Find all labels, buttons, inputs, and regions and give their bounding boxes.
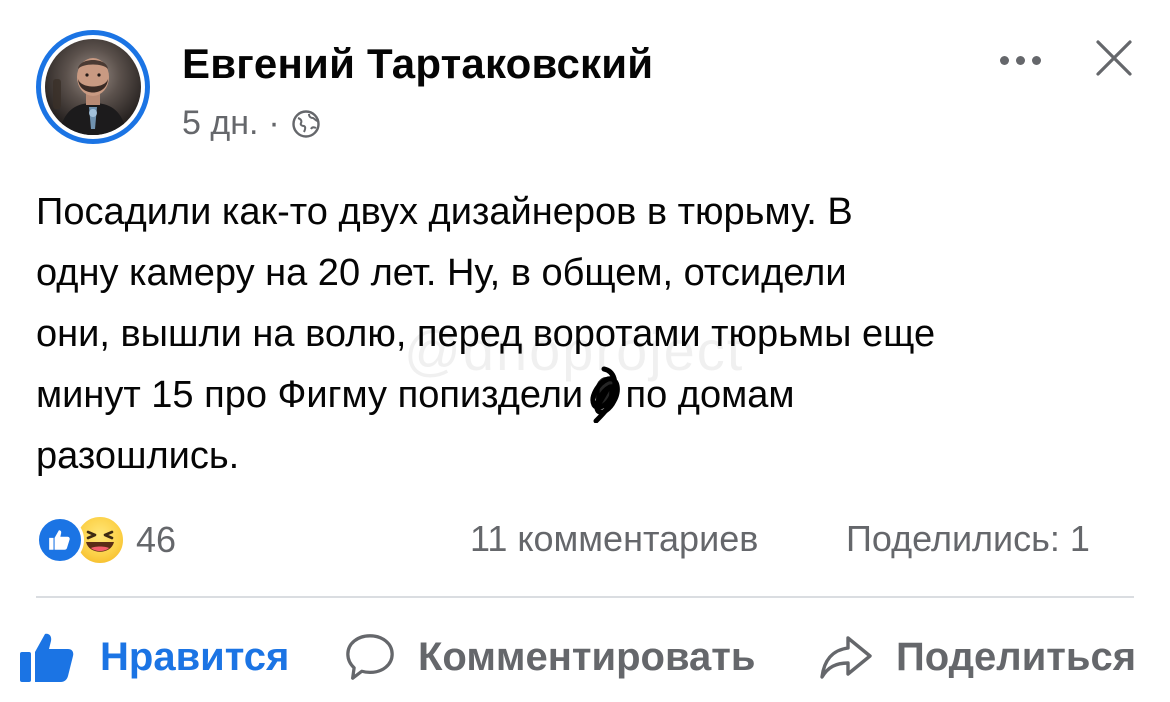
author-name[interactable]: Евгений Тартаковский — [182, 40, 653, 88]
thumbs-up-icon — [20, 633, 74, 682]
avatar — [45, 39, 141, 135]
more-options-button[interactable] — [990, 48, 1050, 72]
post-time[interactable]: 5 дн. — [182, 104, 258, 143]
post-text: Посадили как-то двух дизайнеров в тюрьму… — [36, 191, 936, 477]
more-dots-icon — [999, 55, 1009, 65]
close-x-icon[interactable] — [1092, 36, 1136, 80]
avatar-photo-icon — [53, 58, 127, 135]
reactions-summary[interactable]: 46 — [36, 514, 176, 566]
like-button-label: Нравится — [100, 634, 290, 679]
shares-count-link[interactable]: Поделились: 1 — [846, 518, 1090, 560]
like-reaction-icon — [36, 516, 84, 564]
facebook-post: Евгений Тартаковский 5 дн. · Посадили ка… — [0, 0, 1170, 702]
meta-separator: · — [268, 104, 280, 142]
comments-count-link[interactable]: 11 комментариев — [470, 518, 758, 560]
like-button[interactable]: Нравится — [18, 624, 289, 690]
speech-bubble-icon — [346, 634, 394, 680]
share-arrow-icon — [820, 636, 872, 679]
post-meta: 5 дн. · — [182, 104, 322, 143]
comment-button-label: Комментировать — [418, 634, 756, 679]
reaction-count: 46 — [136, 519, 177, 560]
share-button-label: Поделиться — [896, 634, 1137, 679]
divider — [36, 596, 1134, 598]
author-avatar-ring[interactable] — [36, 30, 150, 144]
share-button[interactable]: Поделиться — [818, 624, 1136, 690]
comment-button[interactable]: Комментировать — [344, 624, 755, 690]
globe-icon[interactable] — [290, 108, 322, 140]
